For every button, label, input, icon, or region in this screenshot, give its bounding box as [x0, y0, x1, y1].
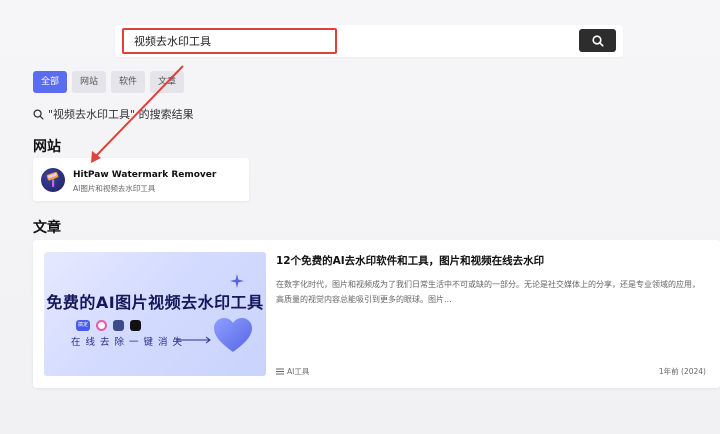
- search-button[interactable]: [579, 29, 616, 52]
- search-bar: [115, 25, 623, 57]
- list-icon: [276, 368, 284, 375]
- app-logo-icon: [96, 320, 107, 331]
- results-caption: "视频去水印工具" 的搜索结果: [33, 106, 194, 122]
- sparkle-icon: [230, 274, 244, 288]
- thumbnail-title: 免费的AI图片视频去水印工具: [46, 293, 264, 312]
- heart-icon: [214, 318, 252, 352]
- website-card[interactable]: HitPaw Watermark Remover AI图片和视频去水印工具: [33, 158, 249, 201]
- article-summary: 在数字化时代，图片和视频成为了我们日常生活中不可或缺的一部分。无论是社交媒体上的…: [276, 280, 700, 304]
- arrow-right-icon: [176, 336, 211, 344]
- search-input[interactable]: [122, 28, 337, 54]
- article-thumbnail[interactable]: 免费的AI图片视频去水印工具 搞定 在线去除一键消失: [44, 252, 266, 376]
- search-icon: [591, 34, 604, 47]
- thumbnail-subtitle: 在线去除一键消失: [71, 337, 188, 348]
- article-title[interactable]: 12个免费的AI去水印软件和工具，图片和视频在线去水印: [276, 253, 544, 268]
- article-category-label: AI工具: [287, 367, 310, 376]
- article-category[interactable]: AI工具: [276, 366, 309, 377]
- article-card[interactable]: 免费的AI图片视频去水印工具 搞定 在线去除一键消失 12个免费的AI去水印软件…: [33, 240, 720, 388]
- results-caption-text: "视频去水印工具" 的搜索结果: [48, 108, 194, 121]
- tab-software[interactable]: 软件: [111, 71, 146, 93]
- tab-all[interactable]: 全部: [33, 71, 68, 93]
- tab-articles[interactable]: 文章: [150, 71, 185, 93]
- section-title-articles: 文章: [33, 220, 61, 236]
- article-date: 1年前 (2024): [658, 367, 706, 376]
- search-icon: [33, 108, 44, 120]
- thumbnail-badge-label: 搞定: [76, 320, 90, 331]
- filter-tabs: 全部 网站 软件 文章: [33, 71, 185, 93]
- thumbnail-badges: 搞定: [76, 320, 141, 331]
- section-title-websites: 网站: [33, 139, 61, 155]
- tab-websites[interactable]: 网站: [72, 71, 107, 93]
- app-logo-icon: [130, 320, 141, 331]
- website-description: AI图片和视频去水印工具: [73, 184, 156, 193]
- paint-roller-icon: [41, 168, 65, 192]
- website-name: HitPaw Watermark Remover: [73, 170, 217, 180]
- app-logo-icon: [113, 320, 124, 331]
